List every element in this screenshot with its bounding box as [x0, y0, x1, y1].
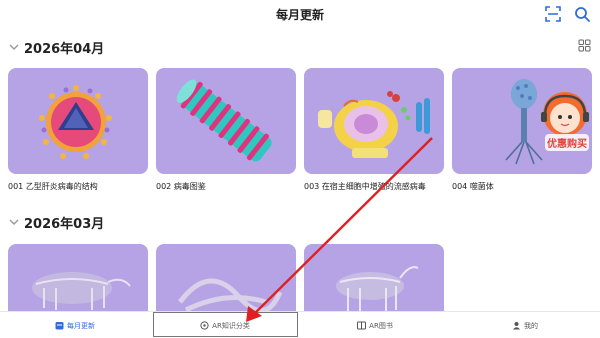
- section-header-2026-04[interactable]: 2026年04月: [8, 38, 105, 57]
- card-thumbnail: [156, 68, 296, 174]
- tab-label: AR图书: [369, 321, 393, 330]
- tab-ar-books[interactable]: AR图书: [300, 312, 450, 338]
- user-icon: [513, 322, 520, 330]
- card-caption: 003 在宿主细胞中增殖的流感病毒: [304, 182, 426, 191]
- bottom-tab-bar: 每月更新 AR知识分类 AR图书 我的: [0, 311, 600, 338]
- page-title: 每月更新: [275, 8, 324, 22]
- virus-rod-model-icon: [176, 79, 272, 162]
- tab-label: 每月更新: [67, 321, 95, 330]
- card-caption: 004 噬菌体: [452, 182, 494, 191]
- promo-purchase-label[interactable]: 优惠购买: [545, 134, 589, 151]
- tab-label: 我的: [524, 321, 538, 330]
- search-icon[interactable]: [573, 5, 591, 23]
- content-card-001[interactable]: 001 乙型肝炎病毒的结构: [8, 68, 148, 192]
- top-bar: 每月更新: [0, 0, 600, 28]
- content-card-003[interactable]: 003 在宿主细胞中增殖的流感病毒: [304, 68, 444, 192]
- ar-category-icon: [200, 321, 209, 330]
- content-card-002[interactable]: 002 病毒图鉴: [156, 68, 296, 192]
- scan-icon[interactable]: [544, 5, 562, 23]
- card-thumbnail: [304, 68, 444, 174]
- calendar-icon: [55, 322, 64, 330]
- book-icon: [357, 321, 367, 330]
- tab-mine[interactable]: 我的: [450, 312, 600, 338]
- tab-label: AR知识分类: [212, 321, 250, 330]
- section-title: 2026年04月: [24, 41, 105, 57]
- section-header-2026-03[interactable]: 2026年03月: [8, 213, 105, 232]
- card-caption: 002 病毒图鉴: [156, 182, 206, 191]
- hepatitis-b-virus-model-icon: [39, 85, 112, 159]
- grid-view-icon[interactable]: [578, 39, 591, 52]
- chevron-down-icon: [9, 44, 19, 50]
- card-caption: 001 乙型肝炎病毒的结构: [8, 182, 98, 191]
- chevron-down-icon: [9, 219, 19, 225]
- tab-ar-knowledge[interactable]: AR知识分类: [150, 312, 300, 338]
- influenza-host-cell-model-icon: [318, 91, 430, 158]
- tab-monthly-update[interactable]: 每月更新: [0, 312, 150, 338]
- section-title: 2026年03月: [24, 216, 105, 232]
- card-thumbnail: [8, 68, 148, 174]
